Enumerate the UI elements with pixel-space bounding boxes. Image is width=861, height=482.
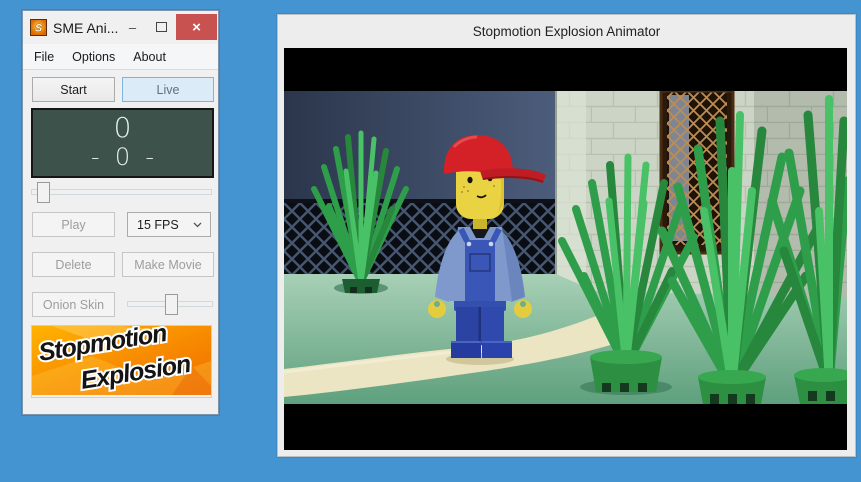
fps-select-value: 15 FPS: [137, 217, 179, 232]
stopmotion-scene: [284, 48, 847, 450]
menu-options[interactable]: Options: [63, 44, 124, 69]
timeline-slider-thumb[interactable]: [37, 182, 50, 203]
desktop: S SME Ani... – × File Options About Star…: [0, 0, 861, 482]
delete-button[interactable]: Delete: [32, 252, 115, 277]
stopmotion-explosion-logo: Stopmotion Explosion: [31, 325, 212, 398]
minimize-icon[interactable]: –: [118, 14, 147, 40]
start-button[interactable]: Start: [32, 77, 115, 102]
menu-about[interactable]: About: [124, 44, 175, 69]
make-movie-button[interactable]: Make Movie: [122, 252, 214, 277]
timeline-slider-track[interactable]: [31, 182, 212, 203]
fps-select[interactable]: 15 FPS: [127, 212, 211, 237]
letterbox-bottom: [284, 404, 847, 450]
preview-window: Stopmotion Explosion Animator: [277, 14, 856, 457]
live-button[interactable]: Live: [122, 77, 214, 102]
animator-tool-window: S SME Ani... – × File Options About Star…: [22, 10, 219, 415]
play-button[interactable]: Play: [32, 212, 115, 237]
onion-skin-button[interactable]: Onion Skin: [32, 292, 115, 317]
frame-counter-display: 0 - 0 -: [31, 108, 214, 178]
frame-counter-value: 0: [113, 111, 132, 144]
chevron-down-icon: [193, 222, 202, 228]
menu-bar: File Options About: [23, 44, 218, 70]
menu-file[interactable]: File: [23, 44, 63, 69]
svg-text:S: S: [35, 23, 43, 35]
left-window-title: SME Ani...: [53, 19, 119, 36]
maximize-icon[interactable]: [147, 14, 176, 40]
letterbox-top: [284, 48, 847, 91]
app-icon: S: [30, 19, 47, 36]
frame-counter-subvalue: - 0 -: [90, 143, 155, 171]
video-preview: [284, 48, 847, 450]
onion-skin-slider-thumb[interactable]: [165, 294, 178, 315]
close-icon[interactable]: ×: [176, 14, 217, 40]
onion-skin-slider-track[interactable]: [127, 294, 213, 315]
preview-window-title[interactable]: Stopmotion Explosion Animator: [278, 15, 855, 48]
left-title-bar[interactable]: S SME Ani... – ×: [23, 11, 218, 44]
